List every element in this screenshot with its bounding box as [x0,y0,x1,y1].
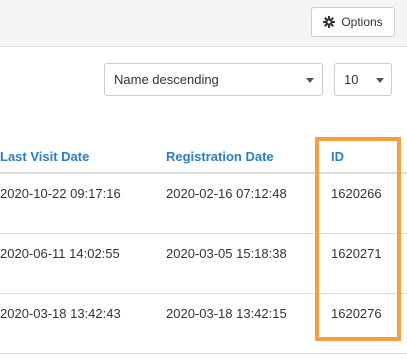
column-header-registration-date[interactable]: Registration Date [166,149,274,164]
column-header-last-visit-date[interactable]: Last Visit Date [0,149,89,164]
options-label: Options [341,15,383,29]
users-table: Last Visit Date Registration Date ID 202… [0,138,407,354]
options-button[interactable]: Options [311,7,395,37]
last-visit-date-cell: 2020-06-11 14:02:55 [0,246,120,261]
table-row: 2020-03-18 13:42:43 2020-03-18 13:42:15 … [0,294,407,354]
table-row: 2020-10-22 09:17:16 2020-02-16 07:12:48 … [0,174,407,234]
id-cell: 1620266 [331,186,382,201]
column-header-id[interactable]: ID [331,149,344,164]
chevron-down-icon [376,78,384,83]
sort-select-value: Name descending [114,72,219,87]
registration-date-cell: 2020-03-05 15:18:38 [166,246,287,261]
registration-date-cell: 2020-03-18 13:42:15 [166,306,287,321]
page-size-value: 10 [344,72,359,87]
id-cell: 1620271 [331,246,382,261]
sort-select[interactable]: Name descending [104,63,323,96]
chevron-down-icon [306,78,314,83]
last-visit-date-cell: 2020-10-22 09:17:16 [0,186,121,201]
top-toolbar: Options [0,0,407,47]
table-header: Last Visit Date Registration Date ID [0,138,407,174]
page-size-select[interactable]: 10 [334,63,392,96]
last-visit-date-cell: 2020-03-18 13:42:43 [0,306,121,321]
gear-icon [323,16,336,28]
table-row: 2020-06-11 14:02:55 2020-03-05 15:18:38 … [0,234,407,294]
registration-date-cell: 2020-02-16 07:12:48 [166,186,287,201]
id-cell: 1620276 [331,306,382,321]
